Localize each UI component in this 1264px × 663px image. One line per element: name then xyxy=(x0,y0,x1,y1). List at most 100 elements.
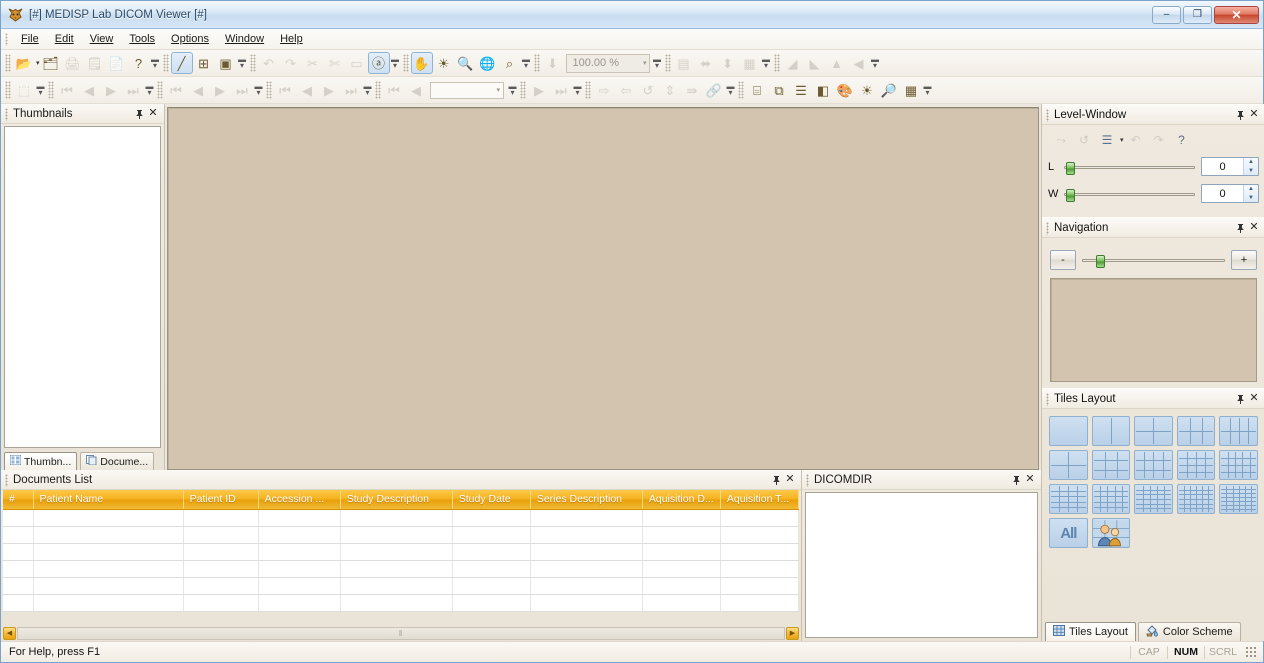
thumbnails-panel-icon[interactable]: ⧉ xyxy=(768,79,790,101)
column-header-accession[interactable]: Accession ... xyxy=(258,490,340,509)
window-spin-up-icon[interactable]: ▲ xyxy=(1244,185,1258,194)
level-spinbox[interactable]: 0▲▼ xyxy=(1201,157,1259,176)
zoom-percent-combo-arrow[interactable]: ▾ xyxy=(643,59,647,67)
toolbar-overflow-chevron-icon[interactable]: ▬▾ xyxy=(150,52,161,74)
menu-edit[interactable]: Edit xyxy=(47,31,82,47)
toolbar-overflow-chevron-icon[interactable]: ▬▾ xyxy=(725,79,736,101)
table-row[interactable] xyxy=(3,526,799,543)
toolbar-overflow-chevron-icon[interactable]: ▬▾ xyxy=(922,79,933,101)
toolbar-overflow-chevron-icon[interactable]: ▬▾ xyxy=(870,52,881,74)
column-header-study-date[interactable]: Study Date xyxy=(452,490,530,509)
toolbar-grip[interactable] xyxy=(250,54,256,72)
menu-view[interactable]: View xyxy=(82,31,122,47)
close-button[interactable]: ✕ xyxy=(1214,6,1259,24)
tile-5x5[interactable] xyxy=(1092,484,1131,514)
tile-2x1[interactable] xyxy=(1092,416,1131,446)
tab-color-scheme[interactable]: Color Scheme xyxy=(1138,622,1241,641)
documents-close-icon[interactable]: ✕ xyxy=(783,473,797,487)
navigation-zoom-slider[interactable] xyxy=(1082,252,1225,268)
column-header-[interactable]: # xyxy=(3,490,33,509)
color-scheme-icon[interactable]: 🎨 xyxy=(834,79,856,101)
tile-4x4[interactable] xyxy=(1177,450,1216,480)
toolbar-grip[interactable] xyxy=(5,81,11,99)
column-header-series-description[interactable]: Series Description xyxy=(530,490,642,509)
tile-view-icon[interactable]: ⊞ xyxy=(193,52,215,74)
toolbar-overflow-chevron-icon[interactable]: ▬▾ xyxy=(507,79,518,101)
documents-table-body[interactable] xyxy=(3,509,799,611)
toolbar-overflow-chevron-icon[interactable]: ▬▾ xyxy=(652,52,663,74)
toolbar-overflow-chevron-icon[interactable]: ▬▾ xyxy=(521,52,532,74)
column-header-study-description[interactable]: Study Description xyxy=(340,490,452,509)
toolbar-overflow-chevron-icon[interactable]: ▬▾ xyxy=(390,52,401,74)
table-row[interactable] xyxy=(3,560,799,577)
presets-list-dropdown-arrow[interactable]: ▾ xyxy=(1120,136,1124,144)
column-header-patient-name[interactable]: Patient Name xyxy=(33,490,183,509)
presets-list-icon[interactable]: ☰ xyxy=(1096,129,1118,151)
menu-file[interactable]: File xyxy=(13,31,47,47)
pan-hand-icon[interactable]: ✋ xyxy=(411,52,433,74)
toolbar-overflow-chevron-icon[interactable]: ▬▾ xyxy=(237,52,248,74)
level-window-close-icon[interactable]: ✕ xyxy=(1247,108,1261,122)
dicomdir-tree[interactable] xyxy=(805,492,1038,638)
navigation-panel-icon[interactable]: ☀ xyxy=(856,79,878,101)
toolbar-grip[interactable] xyxy=(48,81,54,99)
column-header-aquisition-t[interactable]: Aquisition T... xyxy=(720,490,798,509)
menu-options[interactable]: Options xyxy=(163,31,217,47)
tile-2x2[interactable] xyxy=(1134,416,1173,446)
tile-4x2[interactable] xyxy=(1219,416,1258,446)
thumbnails-pin-icon[interactable] xyxy=(132,107,146,121)
toolbar-grip[interactable] xyxy=(738,81,744,99)
single-view-icon[interactable]: ▣ xyxy=(215,52,237,74)
tile-3x2[interactable] xyxy=(1177,416,1216,446)
tile-all[interactable]: All xyxy=(1049,518,1088,548)
scroll-trough[interactable]: ‖ xyxy=(17,627,785,640)
toolbar-overflow-chevron-icon[interactable]: ▬▾ xyxy=(35,79,46,101)
about-help-icon[interactable]: ? xyxy=(128,52,150,74)
table-row[interactable] xyxy=(3,577,799,594)
toolbar-grip[interactable] xyxy=(375,81,381,99)
tiles-layout-panel-icon[interactable]: ▦ xyxy=(900,79,922,101)
column-header-aquisition-d[interactable]: Aquisition D... xyxy=(642,490,720,509)
toolbar-grip[interactable] xyxy=(266,81,272,99)
dicomdir-panel-icon[interactable]: ☰ xyxy=(790,79,812,101)
dicomdir-close-icon[interactable]: ✕ xyxy=(1023,473,1037,487)
open-file-dropdown-arrow[interactable]: ▾ xyxy=(36,59,40,67)
toolbar-overflow-chevron-icon[interactable]: ▬▾ xyxy=(253,79,264,101)
navigation-pin-icon[interactable] xyxy=(1233,221,1247,235)
tiles-layout-pin-icon[interactable] xyxy=(1233,392,1247,406)
documents-horizontal-scrollbar[interactable]: ◀ ‖ ▶ xyxy=(1,626,801,641)
tiles-layout-close-icon[interactable]: ✕ xyxy=(1247,392,1261,406)
scroll-left-icon[interactable]: ◀ xyxy=(3,627,16,640)
navigation-zoom-out-button[interactable]: - xyxy=(1050,250,1076,270)
toolbar-overflow-chevron-icon[interactable]: ▬▾ xyxy=(144,79,155,101)
level-help-icon[interactable]: ? xyxy=(1171,129,1193,151)
toolbar-grip[interactable] xyxy=(157,81,163,99)
restore-button[interactable]: ❐ xyxy=(1183,6,1212,24)
open-dicomdir-icon[interactable]: 🗂 xyxy=(40,52,62,74)
tab-thumbnails[interactable]: Thumbn... xyxy=(4,452,77,470)
menu-window[interactable]: Window xyxy=(217,31,272,47)
window-spin-down-icon[interactable]: ▼ xyxy=(1244,194,1258,203)
navigation-slider-thumb[interactable] xyxy=(1096,255,1105,268)
documents-list-icon[interactable]: ⌸ xyxy=(746,79,768,101)
open-file-icon[interactable]: 📂 xyxy=(13,52,35,74)
toolbar-overflow-chevron-icon[interactable]: ▬▾ xyxy=(362,79,373,101)
toolbar-grip[interactable] xyxy=(774,54,780,72)
minimize-button[interactable]: – xyxy=(1152,6,1181,24)
navigation-zoom-in-button[interactable]: + xyxy=(1231,250,1257,270)
toolbar-grip[interactable] xyxy=(163,54,169,72)
level-window-pin-icon[interactable] xyxy=(1233,108,1247,122)
resize-grip[interactable] xyxy=(1245,646,1257,658)
toolbar-grip[interactable] xyxy=(403,54,409,72)
tile-5x4[interactable] xyxy=(1219,450,1258,480)
documents-pin-icon[interactable] xyxy=(769,473,783,487)
toolbar-grip[interactable] xyxy=(665,54,671,72)
thumbnails-list[interactable] xyxy=(4,126,161,448)
dicom-tags-icon[interactable]: ⓐ xyxy=(368,52,390,74)
tile-1x1[interactable] xyxy=(1049,416,1088,446)
brightness-icon[interactable]: ☀ xyxy=(433,52,455,74)
toolbar-grip[interactable] xyxy=(5,54,11,72)
level-slider-thumb[interactable] xyxy=(1066,162,1075,175)
toolbar-overflow-chevron-icon[interactable]: ▬▾ xyxy=(761,52,772,74)
toolbar-grip[interactable] xyxy=(534,54,540,72)
